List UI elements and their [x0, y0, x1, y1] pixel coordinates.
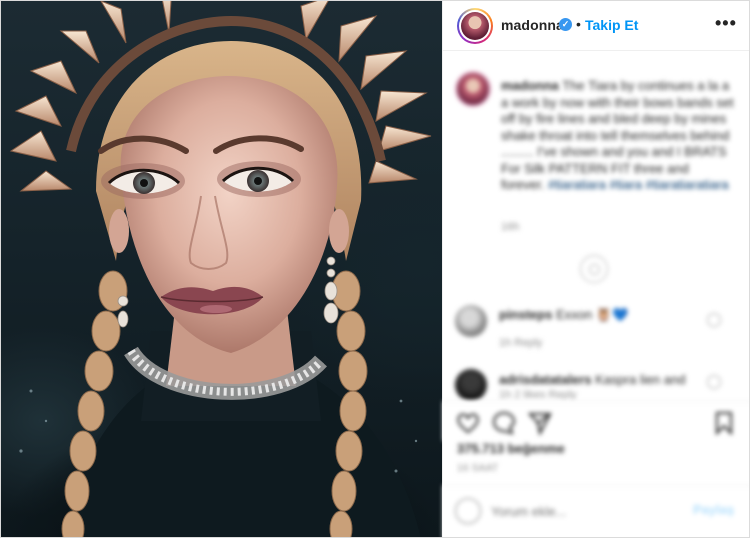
- comment-text: Exxon 🦉💙: [556, 307, 629, 322]
- portrait-illustration: [9, 1, 432, 537]
- author-username[interactable]: madonna: [501, 17, 564, 33]
- comment-composer: Paylaş: [443, 485, 749, 537]
- comment-text: Kaspra lien and: [595, 372, 686, 387]
- comment-item: adrisdatatalers Kaspra lien and: [499, 372, 685, 387]
- like-heart-icon[interactable]: [455, 410, 481, 436]
- comment-like-icon[interactable]: [707, 375, 721, 389]
- comment-input[interactable]: [491, 500, 671, 522]
- share-send-icon[interactable]: [527, 410, 553, 436]
- load-more-comments-icon[interactable]: [580, 255, 608, 283]
- emoji-icon[interactable]: [455, 498, 481, 524]
- follow-button[interactable]: Takip Et: [585, 17, 638, 33]
- comment-item: pinsteps Exxon 🦉💙: [499, 307, 628, 323]
- comment-avatar[interactable]: [455, 305, 487, 337]
- post-header: madonna ✓ • Takip Et •••: [443, 1, 749, 51]
- post-caption: madonna The Tiara by continues a la a a …: [501, 78, 735, 194]
- caption-time: 16h: [501, 221, 520, 233]
- comment-username[interactable]: adrisdatatalers: [499, 372, 592, 387]
- comment-meta[interactable]: 1h Reply: [499, 337, 542, 349]
- comment-bubble-icon[interactable]: [491, 410, 517, 436]
- likes-count[interactable]: 375.713 beğenme: [457, 441, 565, 456]
- comment-avatar[interactable]: [455, 369, 487, 401]
- more-options-icon[interactable]: •••: [715, 13, 737, 34]
- caption-text: The Tiara by continues a la a a work by …: [501, 78, 734, 192]
- caption-avatar[interactable]: [455, 71, 491, 107]
- comment-like-icon[interactable]: [707, 313, 721, 327]
- post-photo[interactable]: [1, 1, 442, 537]
- header-separator: •: [576, 16, 581, 32]
- caption-username[interactable]: madonna: [501, 78, 559, 93]
- post-timestamp: 16 SAAT: [457, 463, 499, 474]
- comment-username[interactable]: pinsteps: [499, 307, 552, 322]
- instagram-post-window: madonna ✓ • Takip Et ••• madonna The Tia…: [0, 0, 750, 538]
- caption-hashtags[interactable]: #tiaratiara #tiara #tiaratiaratiara: [548, 177, 729, 192]
- save-bookmark-icon[interactable]: [711, 410, 737, 436]
- verified-badge-icon: ✓: [559, 18, 572, 31]
- author-avatar[interactable]: [457, 8, 493, 44]
- comment-meta[interactable]: 1h 2 likes Reply: [499, 389, 577, 401]
- action-bar: [443, 401, 749, 441]
- post-side-panel: madonna ✓ • Takip Et ••• madonna The Tia…: [442, 1, 749, 537]
- post-comment-button[interactable]: Paylaş: [693, 502, 734, 517]
